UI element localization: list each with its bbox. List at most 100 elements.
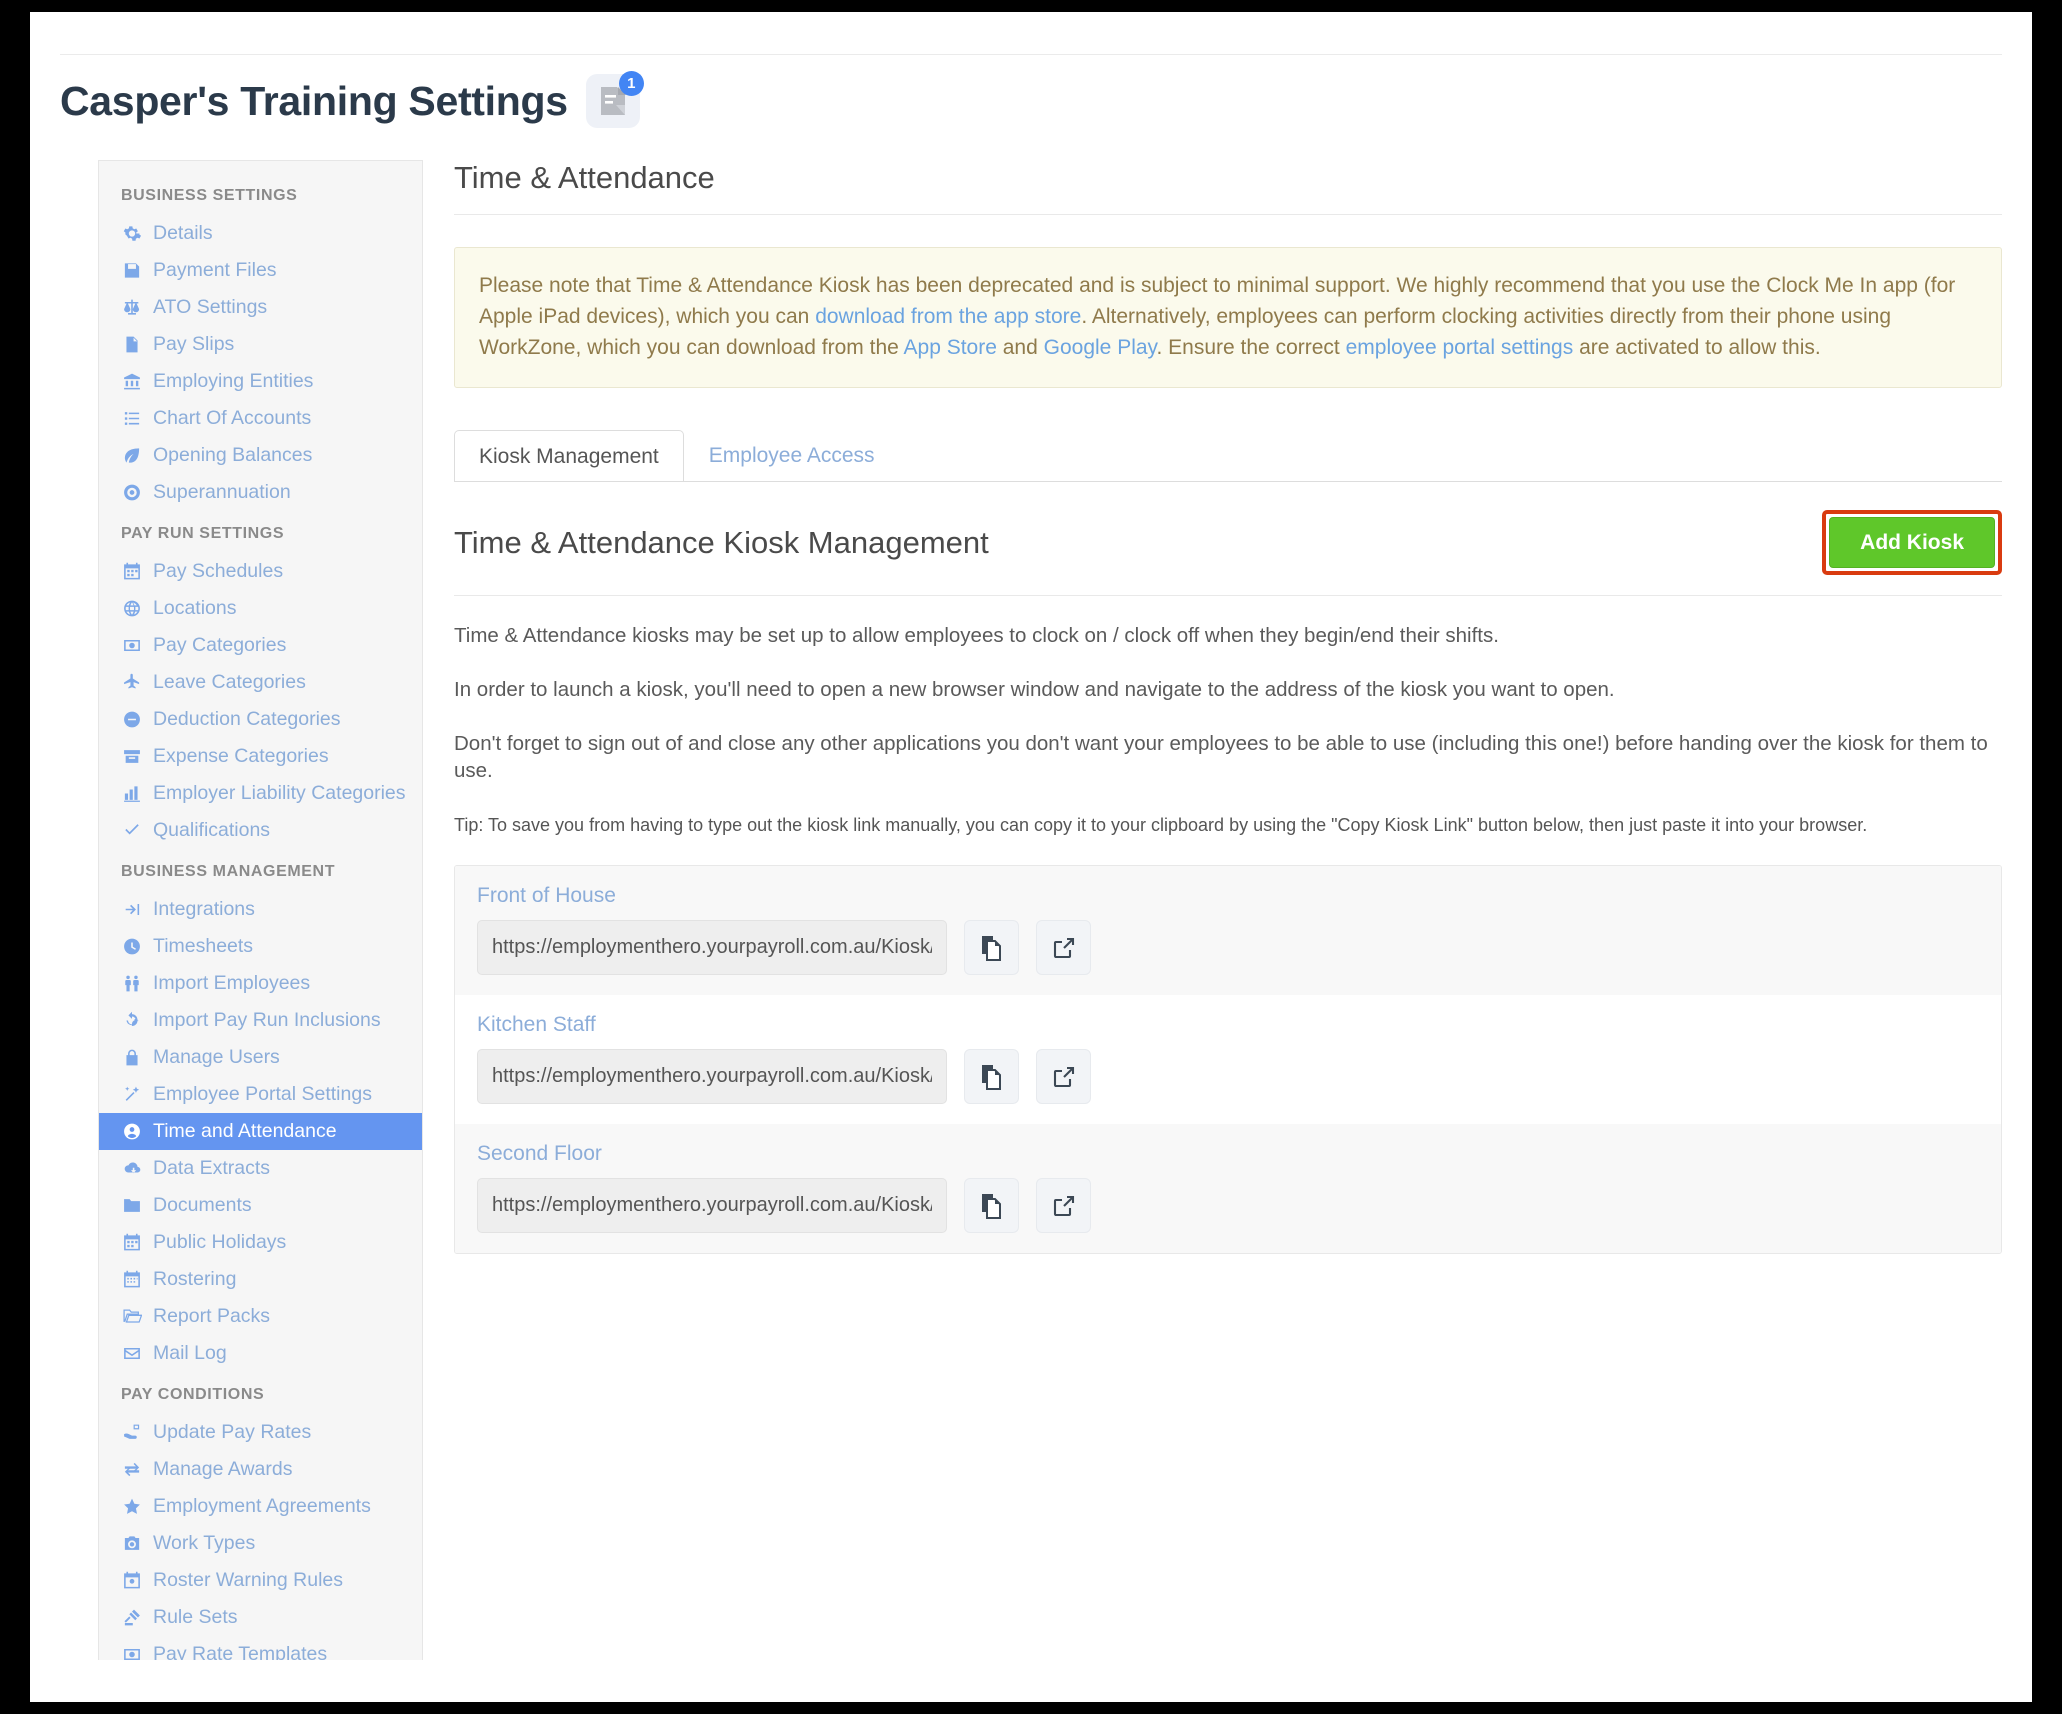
- page-title: Casper's Training Settings: [60, 77, 568, 124]
- sidebar-item-label: Import Employees: [153, 972, 311, 994]
- sidebar-item-import-employees[interactable]: Import Employees: [99, 965, 422, 1002]
- sidebar-item-documents[interactable]: Documents: [99, 1187, 422, 1224]
- sidebar-item-leave-categories[interactable]: Leave Categories: [99, 664, 422, 701]
- sidebar-item-deduction-categories[interactable]: Deduction Categories: [99, 701, 422, 738]
- sidebar-item-pay-categories[interactable]: Pay Categories: [99, 627, 422, 664]
- sidebar-item-opening-balances[interactable]: Opening Balances: [99, 437, 422, 474]
- sidebar-item-report-packs[interactable]: Report Packs: [99, 1298, 422, 1335]
- tab-employee-access-label: Employee Access: [708, 444, 875, 468]
- tab-employee-access[interactable]: Employee Access: [684, 429, 900, 481]
- plane-icon: [121, 673, 143, 693]
- sidebar-item-pay-schedules[interactable]: Pay Schedules: [99, 553, 422, 590]
- sidebar-item-integrations[interactable]: Integrations: [99, 891, 422, 928]
- sidebar-item-mail-log[interactable]: Mail Log: [99, 1335, 422, 1372]
- sidebar-item-rostering[interactable]: Rostering: [99, 1261, 422, 1298]
- sidebar-item-chart-of-accounts[interactable]: Chart Of Accounts: [99, 400, 422, 437]
- app-store-download-link[interactable]: download from the app store: [815, 305, 1081, 328]
- sidebar-item-label: Roster Warning Rules: [153, 1569, 344, 1591]
- sidebar-item-ato-settings[interactable]: ATO Settings: [99, 289, 422, 326]
- sidebar-item-data-extracts[interactable]: Data Extracts: [99, 1150, 422, 1187]
- sidebar-item-pay-slips[interactable]: Pay Slips: [99, 326, 422, 363]
- sidebar-item-roster-warning-rules[interactable]: Roster Warning Rules: [99, 1562, 422, 1599]
- hand-money-icon: [121, 1423, 143, 1443]
- sidebar-item-import-pay-run-inclusions[interactable]: Import Pay Run Inclusions: [99, 1002, 422, 1039]
- open-kiosk-link-button[interactable]: [1036, 1049, 1091, 1105]
- sidebar-item-employer-liability-categories[interactable]: Employer Liability Categories: [99, 775, 422, 812]
- open-kiosk-link-button[interactable]: [1036, 920, 1091, 976]
- sidebar-item-manage-users[interactable]: Manage Users: [99, 1039, 422, 1076]
- sidebar-item-label: Employee Portal Settings: [153, 1083, 372, 1105]
- sidebar-item-pay-rate-templates[interactable]: Pay Rate Templates: [99, 1636, 422, 1660]
- kiosk-name-link[interactable]: Front of House: [477, 884, 1979, 920]
- tab-kiosk-management-label: Kiosk Management: [479, 445, 659, 469]
- sidebar-item-rule-sets[interactable]: Rule Sets: [99, 1599, 422, 1636]
- top-divider: [60, 54, 2002, 55]
- sidebar-item-locations[interactable]: Locations: [99, 590, 422, 627]
- sidebar-item-label: Manage Awards: [153, 1458, 293, 1480]
- section-heading: Time & Attendance: [454, 160, 715, 195]
- employee-portal-settings-link[interactable]: employee portal settings: [1346, 336, 1574, 359]
- tab-bar[interactable]: Kiosk Management Employee Access: [454, 426, 2002, 483]
- sidebar-item-label: Details: [153, 222, 213, 244]
- exchange-icon: [121, 1460, 143, 1480]
- sidebar-item-employee-portal-settings[interactable]: Employee Portal Settings: [99, 1076, 422, 1113]
- sidebar-item-label: Update Pay Rates: [153, 1421, 312, 1443]
- kiosk-url-input[interactable]: [477, 1178, 947, 1234]
- sidebar-item-label: Integrations: [153, 898, 255, 920]
- copy-kiosk-link-button[interactable]: [964, 920, 1019, 976]
- sidebar-item-superannuation[interactable]: Superannuation: [99, 474, 422, 511]
- app-window: Casper's Training Settings 1 BUSINESS SE…: [30, 12, 2032, 1702]
- sidebar-group-title: BUSINESS SETTINGS: [121, 187, 298, 204]
- user-circle-icon: [121, 1122, 143, 1142]
- sidebar-item-qualifications[interactable]: Qualifications: [99, 812, 422, 849]
- open-kiosk-link-button[interactable]: [1036, 1178, 1091, 1234]
- calendar-icon: [121, 562, 143, 582]
- kiosk-name-link[interactable]: Kitchen Staff: [477, 1013, 1979, 1049]
- kiosk-url-input[interactable]: [477, 1049, 947, 1105]
- add-kiosk-highlight: Add Kiosk: [1822, 510, 2002, 576]
- sidebar-group-title: BUSINESS MANAGEMENT: [121, 863, 336, 880]
- external-link-icon: [1053, 1195, 1074, 1216]
- money-icon: [121, 1645, 143, 1660]
- google-play-link[interactable]: Google Play: [1044, 336, 1157, 359]
- people-icon: [121, 974, 143, 994]
- sidebar-item-employment-agreements[interactable]: Employment Agreements: [99, 1488, 422, 1525]
- kiosk-paragraph-3: Don't forget to sign out of and close an…: [454, 731, 1988, 783]
- sidebar-item-label: Employment Agreements: [153, 1495, 371, 1517]
- share-icon: [121, 900, 143, 920]
- sidebar-item-label: Import Pay Run Inclusions: [153, 1009, 381, 1031]
- copy-kiosk-link-button[interactable]: [964, 1178, 1019, 1234]
- sidebar-group-title: PAY CONDITIONS: [121, 1386, 265, 1403]
- sidebar-item-label: Deduction Categories: [153, 708, 341, 730]
- kiosk-controls: [477, 1049, 1979, 1105]
- copy-icon: [981, 935, 1001, 961]
- settings-sidebar[interactable]: BUSINESS SETTINGS Details Payment Files ATO…: [98, 160, 423, 1660]
- tab-kiosk-management[interactable]: Kiosk Management: [454, 430, 684, 483]
- add-kiosk-button[interactable]: Add Kiosk: [1829, 517, 1995, 569]
- kiosk-name-link[interactable]: Second Floor: [477, 1142, 1979, 1178]
- kiosk-url-input[interactable]: [477, 920, 947, 976]
- kiosk-list: Front of House Kitchen Staff Second Floor: [454, 865, 2002, 1255]
- sidebar-item-public-holidays[interactable]: Public Holidays: [99, 1224, 422, 1261]
- check-icon: [121, 821, 143, 841]
- sidebar-item-payment-files[interactable]: Payment Files: [99, 252, 422, 289]
- copy-icon: [981, 1064, 1001, 1090]
- sidebar-item-work-types[interactable]: Work Types: [99, 1525, 422, 1562]
- copy-kiosk-link-button[interactable]: [964, 1049, 1019, 1105]
- sidebar-item-label: Rostering: [153, 1268, 237, 1290]
- sidebar-item-timesheets[interactable]: Timesheets: [99, 928, 422, 965]
- sidebar-item-time-and-attendance[interactable]: Time and Attendance: [99, 1113, 422, 1150]
- tab-bar-divider: [454, 481, 2002, 483]
- kiosk-tip: Tip: To save you from having to type out…: [454, 814, 1868, 835]
- sidebar-item-label: Expense Categories: [153, 745, 329, 767]
- external-link-icon: [1053, 1066, 1074, 1087]
- notes-badge-button[interactable]: 1: [585, 71, 644, 128]
- sidebar-item-details[interactable]: Details: [99, 215, 422, 252]
- notice-text-4: . Ensure the correct: [1156, 336, 1346, 360]
- app-store-link[interactable]: App Store: [904, 336, 997, 359]
- sidebar-item-expense-categories[interactable]: Expense Categories: [99, 738, 422, 775]
- sidebar-item-update-pay-rates[interactable]: Update Pay Rates: [99, 1414, 422, 1451]
- sidebar-item-employing-entities[interactable]: Employing Entities: [99, 363, 422, 400]
- sidebar-item-manage-awards[interactable]: Manage Awards: [99, 1451, 422, 1488]
- sidebar-item-label: Employing Entities: [153, 370, 314, 392]
